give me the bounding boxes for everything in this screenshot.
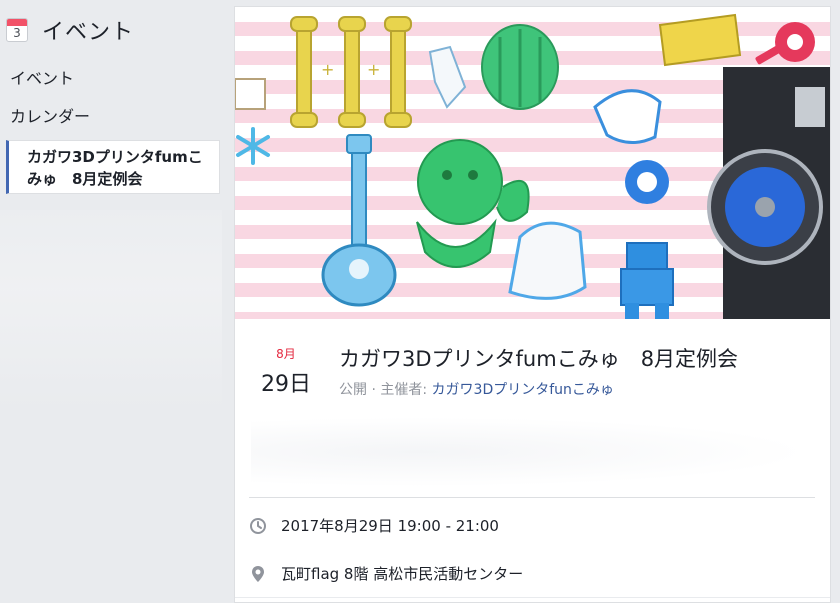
svg-text:+: +	[321, 60, 334, 79]
svg-text:+: +	[367, 60, 380, 79]
cage-toy-icon	[481, 24, 559, 110]
sidebar-title: イベント	[42, 20, 135, 45]
event-meta: 公開 · 主催者: カガワ3Dプリンタfunこみゅ	[339, 379, 614, 399]
calendar-icon-day: 3	[13, 26, 21, 40]
event-date-month: 8月	[276, 347, 296, 361]
event-date-day: 29日	[261, 372, 311, 397]
organizer-link[interactable]: カガワ3Dプリンタfunこみゅ	[432, 382, 614, 398]
snowflake-icon	[236, 127, 270, 165]
event-date: 8月 29日	[255, 345, 317, 398]
divider	[249, 497, 815, 498]
sidebar: 3 イベント イベント カレンダー カガワ3Dプリンタfumこみゅ 8月定例会	[0, 0, 222, 603]
divider	[235, 597, 830, 598]
bone-toy-icon: + +	[290, 16, 412, 128]
character-toy-icon	[416, 139, 530, 268]
guitar-toy-icon	[321, 134, 397, 307]
meta-separator: ·	[371, 382, 376, 398]
calendar-icon: 3	[6, 18, 28, 42]
sidebar-item-current-event[interactable]: カガワ3Dプリンタfumこみゅ 8月定例会	[6, 140, 220, 194]
sidebar-item-events[interactable]: イベント	[0, 60, 222, 98]
blurred-region	[251, 417, 811, 487]
location-pin-icon	[252, 565, 264, 582]
sidebar-header: 3 イベント	[6, 14, 134, 46]
organizer-prefix: 主催者:	[380, 382, 428, 398]
event-place[interactable]: 瓦町flag 8階 高松市民活動センター	[281, 563, 523, 584]
event-visibility: 公開	[339, 382, 367, 398]
3d-printer-icon	[707, 67, 830, 319]
event-cover-photo[interactable]: + +	[235, 7, 830, 319]
event-title: カガワ3Dプリンタfumこみゅ 8月定例会	[339, 347, 739, 371]
blurred-region	[0, 210, 222, 410]
clock-icon	[250, 517, 266, 534]
event-time: 2017年8月29日 19:00 - 21:00	[281, 517, 499, 535]
sidebar-nav: イベント カレンダー カガワ3Dプリンタfumこみゅ 8月定例会	[0, 60, 222, 194]
event-time-row: 2017年8月29日 19:00 - 21:00	[249, 515, 499, 536]
event-place-row[interactable]: 瓦町flag 8階 高松市民活動センター	[249, 563, 523, 584]
heart-key-icon	[755, 22, 815, 65]
robot-toy-icon	[620, 242, 674, 319]
event-card: + + 8月 29日 カガワ3Dプリンタfumこみゅ 8月定例会 公開 · 主催…	[234, 6, 831, 603]
sidebar-item-calendar[interactable]: カレンダー	[0, 98, 222, 136]
